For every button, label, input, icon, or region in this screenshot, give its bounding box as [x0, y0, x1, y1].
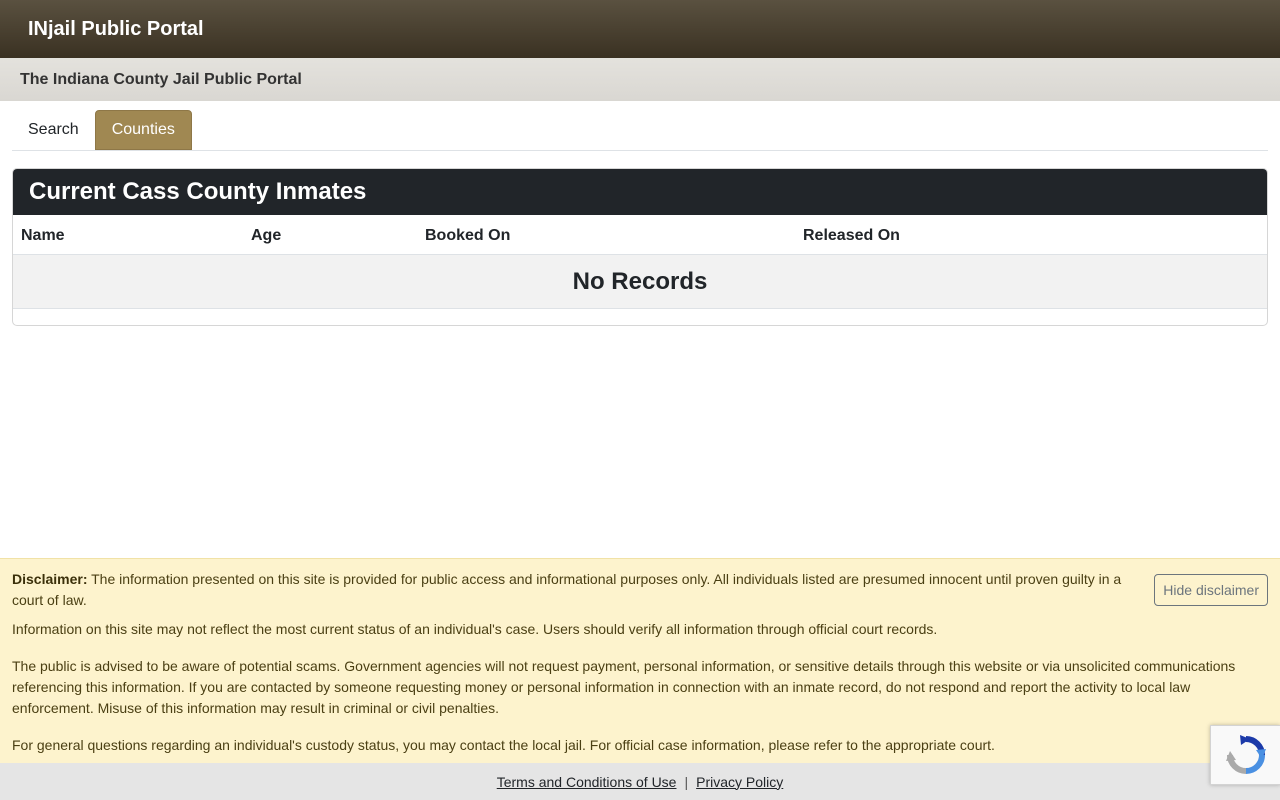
disclaimer-paragraph-3: The public is advised to be aware of pot… [12, 658, 1236, 716]
privacy-link[interactable]: Privacy Policy [696, 774, 783, 790]
site-subtitle-bar: The Indiana County Jail Public Portal [0, 58, 1280, 101]
site-subtitle: The Indiana County Jail Public Portal [20, 70, 302, 88]
hide-disclaimer-button[interactable]: Hide disclaimer [1154, 574, 1268, 606]
column-header-age[interactable]: Age [251, 227, 281, 245]
inmates-card-title: Current Cass County Inmates [13, 169, 1267, 215]
disclaimer-paragraph-4: For general questions regarding an indiv… [12, 737, 995, 753]
recaptcha-badge[interactable] [1210, 725, 1280, 785]
tab-counties[interactable]: Counties [94, 110, 192, 150]
page-footer: Terms and Conditions of Use | Privacy Po… [0, 763, 1280, 800]
tab-search[interactable]: Search [12, 110, 95, 150]
inmates-table-header: Name Age Booked On Released On [13, 215, 1267, 255]
brand-link[interactable]: INjail Public Portal [28, 18, 204, 41]
recaptcha-icon [1225, 735, 1266, 774]
disclaimer-text-1: The information presented on this site i… [12, 571, 1122, 608]
disclaimer-panel: Disclaimer: The information presented on… [0, 558, 1280, 763]
column-header-released-on[interactable]: Released On [803, 227, 900, 245]
footer-separator: | [684, 773, 689, 790]
column-header-name[interactable]: Name [21, 227, 65, 245]
terms-link[interactable]: Terms and Conditions of Use [497, 774, 677, 790]
disclaimer-paragraph-1: Disclaimer: The information presented on… [12, 569, 1132, 611]
disclaimer-label: Disclaimer: [12, 571, 88, 587]
nav-tabs: Search Counties [12, 110, 1268, 151]
inmates-card: Current Cass County Inmates Name Age Boo… [12, 168, 1268, 326]
disclaimer-paragraph-2: Information on this site may not reflect… [12, 621, 938, 637]
column-header-booked-on[interactable]: Booked On [425, 227, 510, 245]
no-records-message: No Records [13, 255, 1267, 309]
top-navbar: INjail Public Portal [0, 0, 1280, 58]
